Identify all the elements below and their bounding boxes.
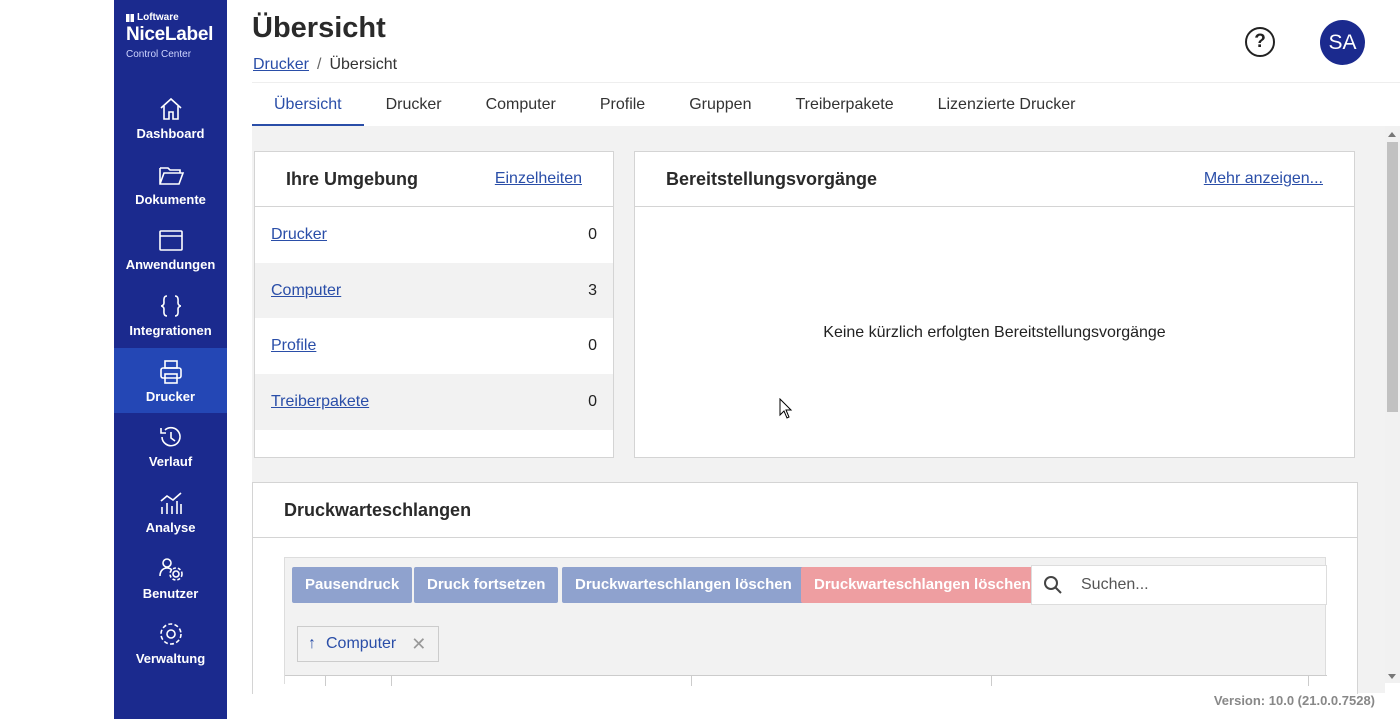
sort-ascending-icon[interactable]: ↑ xyxy=(308,635,316,653)
clear-queues-button[interactable]: Druckwarteschlangen löschen xyxy=(562,567,805,603)
list-item: Treiberpakete 0 xyxy=(255,374,613,430)
scroll-up-icon[interactable] xyxy=(1388,132,1396,137)
sidebar-item-label: Dokumente xyxy=(135,191,206,207)
sidebar-item-label: Dashboard xyxy=(136,125,205,141)
print-queues-toolbar: Pausendruck Druck fortsetzen Druckwartes… xyxy=(284,557,1327,686)
group-by-label: Computer xyxy=(326,635,397,652)
list-item: Computer 3 xyxy=(255,262,613,319)
print-queues-card: Druckwarteschlangen Pausendruck Druck fo… xyxy=(252,482,1358,694)
breadcrumb-separator: / xyxy=(317,56,322,73)
sidebar-item-label: Benutzer xyxy=(142,585,199,601)
main-area: Übersicht Drucker / Übersicht ? SA Übersic… xyxy=(227,0,1400,719)
environment-count: 3 xyxy=(588,281,597,299)
deployments-card-header: Bereitstellungsvorgänge Mehr anzeigen... xyxy=(635,152,1354,207)
brand-company: Loftware xyxy=(137,12,179,23)
sidebar-item-verlauf[interactable]: Verlauf xyxy=(114,413,227,479)
environment-count: 0 xyxy=(588,337,597,355)
sidebar-item-label: Anwendungen xyxy=(125,257,216,273)
left-margin xyxy=(0,0,114,719)
delete-queues-button[interactable]: Druckwarteschlangen löschen xyxy=(801,567,1044,603)
sidebar-item-drucker[interactable]: Drucker xyxy=(114,347,227,414)
tab-treiberpakete[interactable]: Treiberpakete xyxy=(773,83,915,127)
close-icon[interactable]: ✕ xyxy=(411,634,426,655)
braces-icon xyxy=(160,295,181,317)
grid-column-divider xyxy=(691,676,692,686)
scroll-down-icon[interactable] xyxy=(1388,674,1396,679)
breadcrumb-link-drucker[interactable]: Drucker xyxy=(253,56,309,73)
printer-icon xyxy=(159,359,182,384)
sidebar-item-label: Verwaltung xyxy=(135,651,206,667)
grid-header xyxy=(285,675,1327,686)
gear-icon xyxy=(159,623,182,646)
grid-column-divider xyxy=(391,676,392,686)
tab-bar: Übersicht Drucker Computer Profile Grupp… xyxy=(252,82,1400,127)
list-item: Drucker 0 xyxy=(255,207,613,263)
users-icon xyxy=(158,557,183,581)
deployments-card: Bereitstellungsvorgänge Mehr anzeigen...… xyxy=(634,151,1355,458)
breadcrumb-current: Übersicht xyxy=(329,56,398,73)
sidebar-item-verwaltung[interactable]: Verwaltung xyxy=(114,611,227,677)
environment-link-computer[interactable]: Computer xyxy=(271,282,341,300)
grid-column-divider xyxy=(1308,676,1309,686)
environment-card-header: Ihre Umgebung Einzelheiten xyxy=(255,152,613,207)
folder-icon xyxy=(158,166,184,185)
sidebar-item-dashboard[interactable]: Dashboard xyxy=(114,85,227,151)
sidebar-item-label: Verlauf xyxy=(148,454,193,470)
sidebar: Loftware NiceLabel Control Center Dashbo… xyxy=(114,0,227,719)
page-title: Übersicht xyxy=(252,12,386,44)
scrollbar-thumb[interactable] xyxy=(1387,142,1398,412)
tab-gruppen[interactable]: Gruppen xyxy=(667,83,773,127)
search-placeholder: Suchen... xyxy=(1081,576,1149,593)
analytics-icon xyxy=(159,492,182,514)
environment-link-drucker[interactable]: Drucker xyxy=(271,226,327,244)
environment-count: 0 xyxy=(588,392,597,410)
grid-column-divider xyxy=(991,676,992,686)
breadcrumb: Drucker / Übersicht xyxy=(253,56,397,74)
tab-profile[interactable]: Profile xyxy=(578,83,667,127)
environment-count: 0 xyxy=(588,225,597,243)
search-input[interactable]: Suchen... xyxy=(1031,565,1327,605)
sidebar-item-benutzer[interactable]: Benutzer xyxy=(114,545,227,611)
environment-card: Ihre Umgebung Einzelheiten Drucker 0 Com… xyxy=(254,151,614,458)
content-area: Ihre Umgebung Einzelheiten Drucker 0 Com… xyxy=(252,126,1385,694)
sidebar-item-dokumente[interactable]: Dokumente xyxy=(114,151,227,217)
sidebar-item-label: Integrationen xyxy=(129,322,212,338)
sidebar-item-integrationen[interactable]: Integrationen xyxy=(114,282,227,348)
home-icon xyxy=(159,97,182,120)
version-label: Version: 10.0 (21.0.0.7528) xyxy=(1213,693,1375,708)
loftware-icon xyxy=(126,13,134,22)
print-queues-title: Druckwarteschlangen xyxy=(284,499,472,520)
show-more-link[interactable]: Mehr anzeigen... xyxy=(1204,170,1323,188)
tab-lizenzierte-drucker[interactable]: Lizenzierte Drucker xyxy=(916,83,1098,127)
sidebar-item-anwendungen[interactable]: Anwendungen xyxy=(114,216,227,282)
resume-print-button[interactable]: Druck fortsetzen xyxy=(414,567,559,603)
deployments-card-title: Bereitstellungsvorgänge xyxy=(666,168,878,189)
brand-product: NiceLabel xyxy=(126,24,214,45)
deployments-empty-message: Keine kürzlich erfolgten Bereitstellungs… xyxy=(823,324,1166,341)
environment-link-profile[interactable]: Profile xyxy=(271,337,316,355)
brand-subtitle: Control Center xyxy=(126,49,192,60)
group-by-chip[interactable]: ↑ Computer ✕ xyxy=(297,626,439,662)
grid-column-divider xyxy=(325,676,326,686)
pause-print-button[interactable]: Pausendruck xyxy=(292,567,413,603)
help-icon[interactable]: ? xyxy=(1245,27,1275,57)
tab-drucker[interactable]: Drucker xyxy=(364,83,464,127)
window-icon xyxy=(158,230,183,252)
history-icon xyxy=(159,427,181,447)
vertical-scrollbar[interactable] xyxy=(1385,126,1400,683)
tab-computer[interactable]: Computer xyxy=(464,83,578,127)
sidebar-item-analyse[interactable]: Analyse xyxy=(114,479,227,545)
list-item: Profile 0 xyxy=(255,318,613,374)
environment-link-treiberpakete[interactable]: Treiberpakete xyxy=(271,393,369,411)
details-link[interactable]: Einzelheiten xyxy=(495,170,582,188)
search-icon xyxy=(1044,576,1062,594)
avatar[interactable]: SA xyxy=(1320,20,1365,65)
environment-card-title: Ihre Umgebung xyxy=(286,168,419,189)
print-queues-header: Druckwarteschlangen xyxy=(253,483,1357,538)
tab-uebersicht[interactable]: Übersicht xyxy=(252,83,364,127)
brand-logo[interactable]: Loftware NiceLabel Control Center xyxy=(114,0,227,85)
sidebar-item-label: Drucker xyxy=(145,388,196,404)
mouse-cursor-icon xyxy=(779,398,793,419)
sidebar-item-label: Analyse xyxy=(145,519,196,535)
